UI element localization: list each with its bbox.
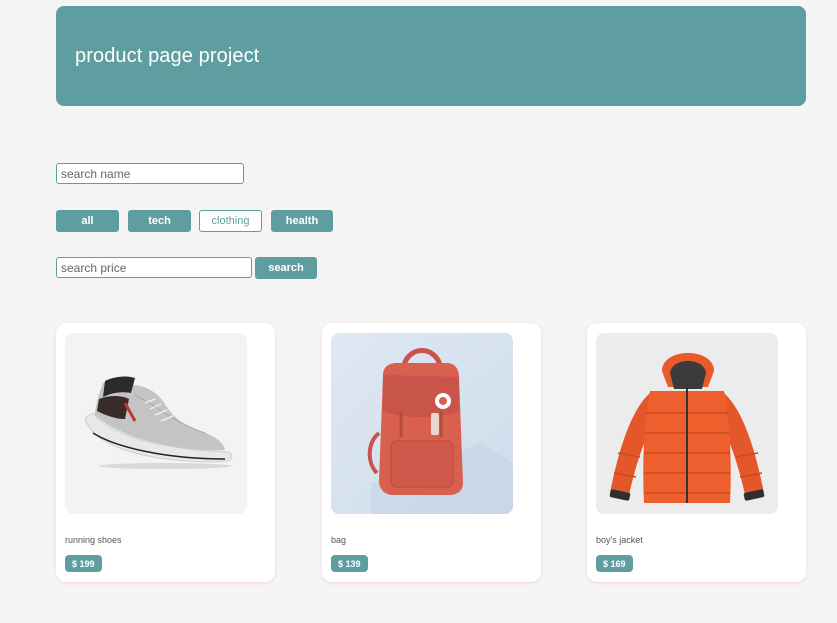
price-badge: $ 199	[65, 555, 102, 572]
backpack-image	[331, 333, 513, 514]
running-shoe-image	[65, 333, 247, 514]
product-card[interactable]: bag $ 139	[322, 323, 541, 582]
puffer-jacket-image	[596, 333, 778, 514]
product-name: bag	[331, 535, 347, 545]
filter-tech-button[interactable]: tech	[128, 210, 191, 232]
search-name-input[interactable]	[56, 163, 244, 184]
product-card[interactable]: boy's jacket $ 169	[587, 323, 806, 582]
page-title: product page project	[75, 45, 260, 67]
header-banner: product page project	[56, 6, 806, 106]
price-badge: $ 169	[596, 555, 633, 572]
product-card[interactable]: running shoes $ 199	[56, 323, 275, 582]
product-name: boy's jacket	[596, 535, 643, 545]
price-badge: $ 139	[331, 555, 368, 572]
filter-health-button[interactable]: health	[271, 210, 333, 232]
search-button[interactable]: search	[255, 257, 317, 279]
product-page: product page project all tech clothing h…	[0, 0, 837, 623]
search-price-input[interactable]	[56, 257, 252, 278]
filter-clothing-button[interactable]: clothing	[199, 210, 262, 232]
product-name: running shoes	[65, 535, 122, 545]
filter-all-button[interactable]: all	[56, 210, 119, 232]
